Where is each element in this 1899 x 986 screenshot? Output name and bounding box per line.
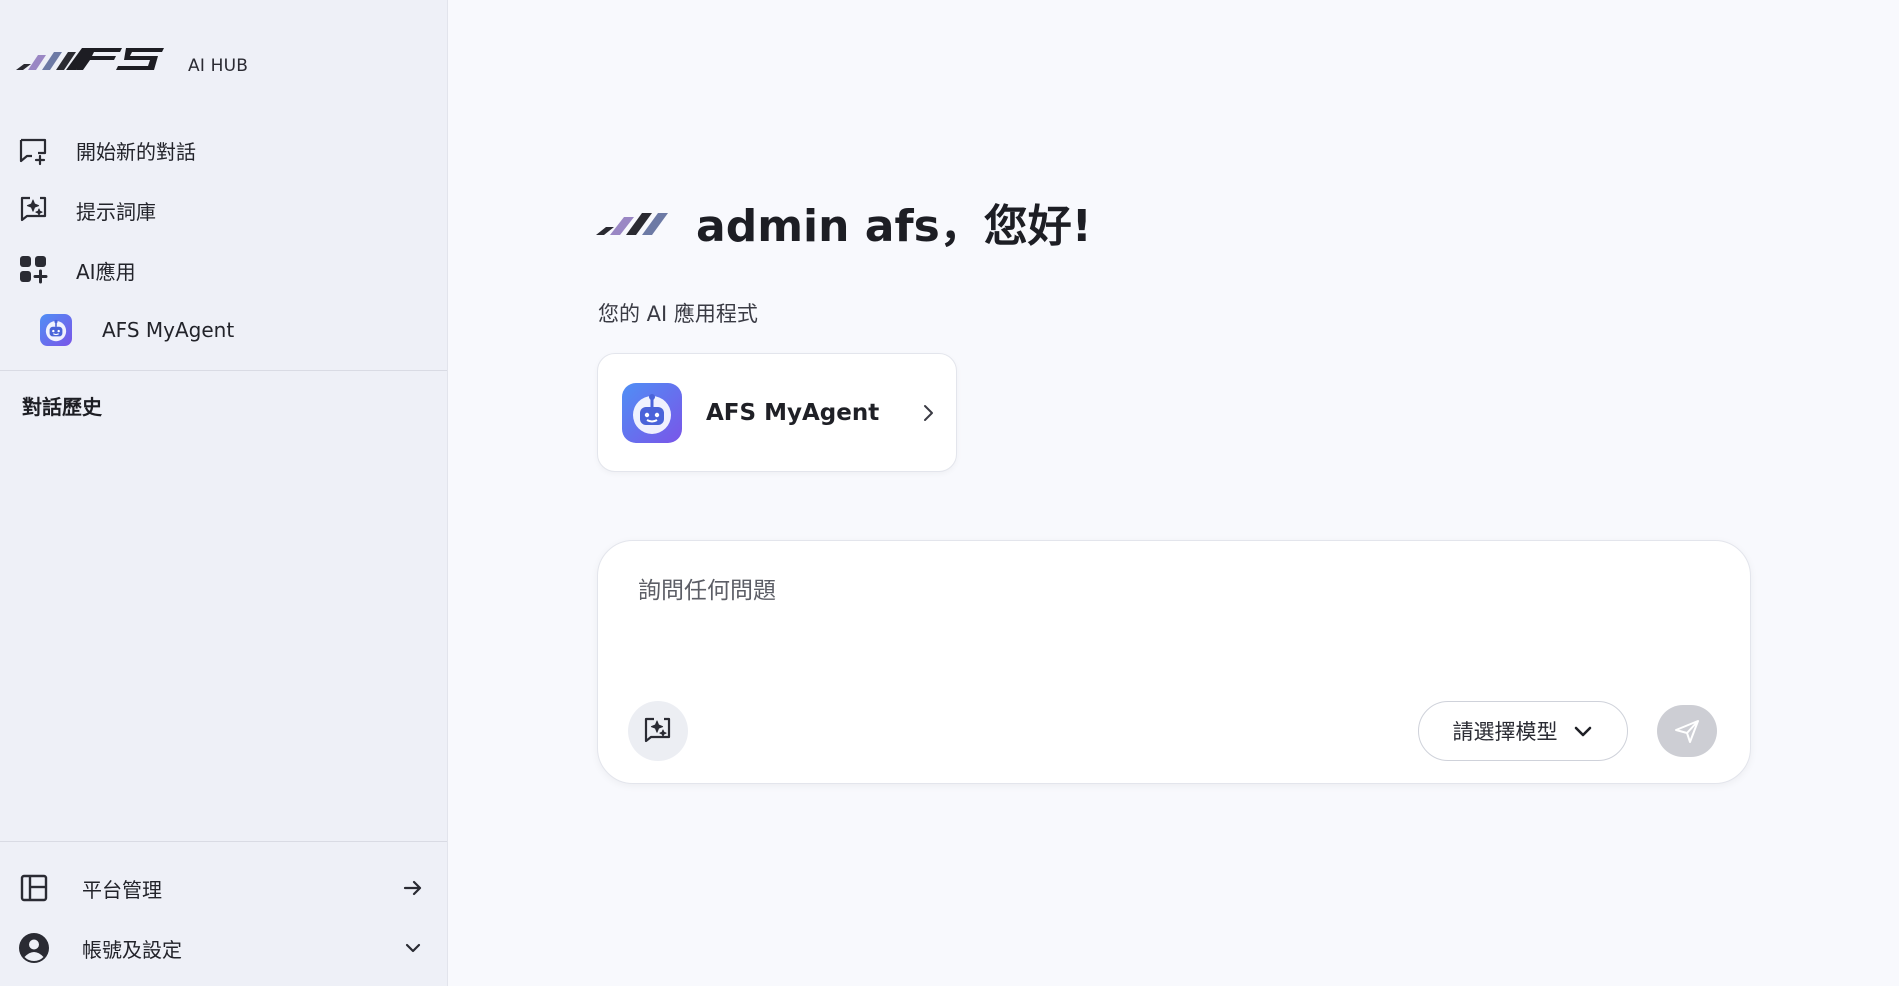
brand-subtitle: AI HUB [188, 56, 249, 76]
model-select-label: 請選擇模型 [1452, 720, 1558, 744]
afs-mark-icon [596, 213, 668, 235]
sidebar-item-label: 帳號及設定 [82, 937, 182, 962]
sidebar-item-new-chat[interactable]: 開始新的對話 [0, 120, 447, 180]
robot-icon [40, 314, 72, 346]
chat-history-title: 對話歷史 [22, 395, 102, 419]
greeting-text: admin afs，您好! [696, 201, 1092, 252]
chevron-down-icon [401, 936, 425, 960]
sidebar-item-label: AI應用 [76, 259, 136, 284]
sidebar-item-label: 平台管理 [82, 877, 162, 902]
sidebar-item-label: 開始新的對話 [76, 139, 196, 164]
prompt-library-icon [644, 717, 671, 743]
app-card-afs-myagent[interactable]: AFS MyAgent [597, 353, 957, 472]
sidebar-item-label: 提示詞庫 [76, 199, 156, 224]
account-circle-icon [18, 932, 50, 964]
chevron-down-icon [1574, 726, 1591, 737]
robot-icon [622, 382, 682, 443]
send-icon [1675, 720, 1699, 743]
afs-logo-icon [16, 48, 164, 70]
sidebar-item-label: AFS MyAgent [102, 318, 235, 342]
sidebar-footer: 平台管理 帳號及設定 [0, 841, 447, 986]
sidebar-nav: 開始新的對話 提示詞庫 AI應用 AFS MyAgent [0, 120, 447, 360]
brand[interactable]: AI HUB [0, 0, 447, 78]
prompt-library-icon [18, 194, 50, 226]
arrow-right-icon [401, 876, 425, 900]
sidebar-item-afs-myagent[interactable]: AFS MyAgent [0, 300, 447, 360]
new-chat-icon [18, 134, 50, 166]
greeting: admin afs，您好! [596, 190, 1092, 254]
layout-panel-icon [18, 872, 50, 904]
sidebar-item-account-settings[interactable]: 帳號及設定 [0, 918, 447, 978]
prompt-library-button[interactable] [628, 701, 688, 761]
apps-section-label: 您的 AI 應用程式 [598, 302, 758, 326]
app-card-name: AFS MyAgent [706, 399, 880, 426]
apps-grid-icon [18, 254, 50, 286]
chat-composer: 請選擇模型 [597, 540, 1751, 784]
model-select[interactable]: 請選擇模型 [1418, 701, 1628, 761]
send-button[interactable] [1657, 705, 1717, 757]
chevron-right-icon [924, 404, 933, 421]
main-content: admin afs，您好! 您的 AI 應用程式 AFS MyAgent 詢問任… [448, 0, 1899, 986]
sidebar-item-ai-apps[interactable]: AI應用 [0, 240, 447, 300]
sidebar: AI HUB 開始新的對話 提示詞庫 AI應用 AFS MyAgent 對話歷史… [0, 0, 448, 986]
chat-input[interactable] [638, 571, 1708, 661]
app-root: AI HUB 開始新的對話 提示詞庫 AI應用 AFS MyAgent 對話歷史… [0, 0, 1899, 986]
sidebar-item-prompt-library[interactable]: 提示詞庫 [0, 180, 447, 240]
sidebar-item-platform-admin[interactable]: 平台管理 [0, 858, 447, 918]
